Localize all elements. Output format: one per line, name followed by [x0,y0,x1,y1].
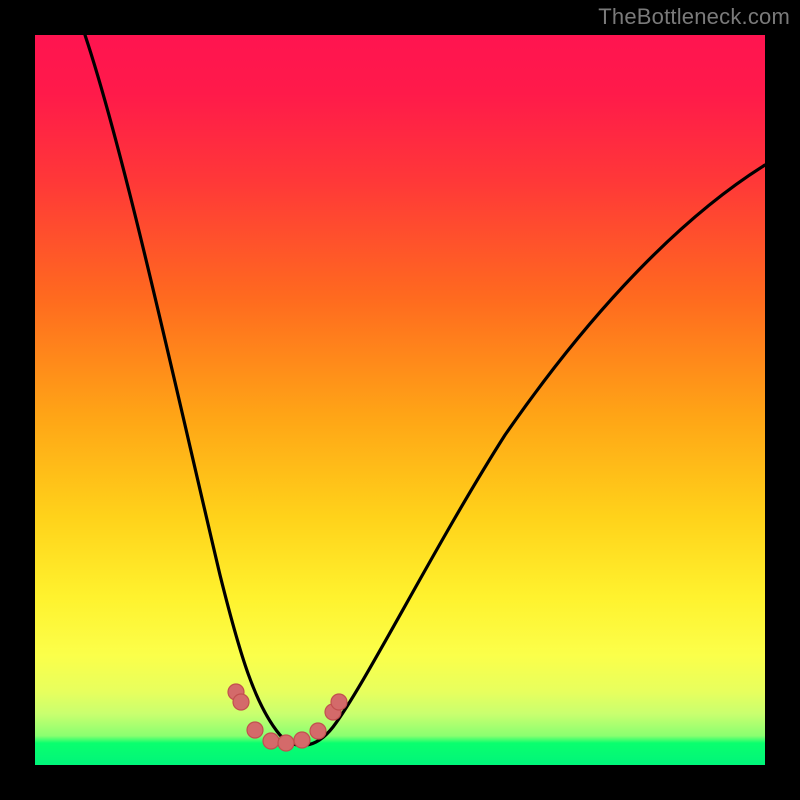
marker-dot [310,723,326,739]
watermark-text: TheBottleneck.com [598,4,790,30]
marker-dot [263,733,279,749]
marker-dot [331,694,347,710]
marker-dot [278,735,294,751]
marker-dot [247,722,263,738]
bottleneck-curve-path [85,35,765,745]
trough-markers [228,684,347,751]
marker-dot [233,694,249,710]
plot-area [35,35,765,765]
bottleneck-curve-svg [35,35,765,765]
chart-frame: TheBottleneck.com [0,0,800,800]
marker-dot [294,732,310,748]
